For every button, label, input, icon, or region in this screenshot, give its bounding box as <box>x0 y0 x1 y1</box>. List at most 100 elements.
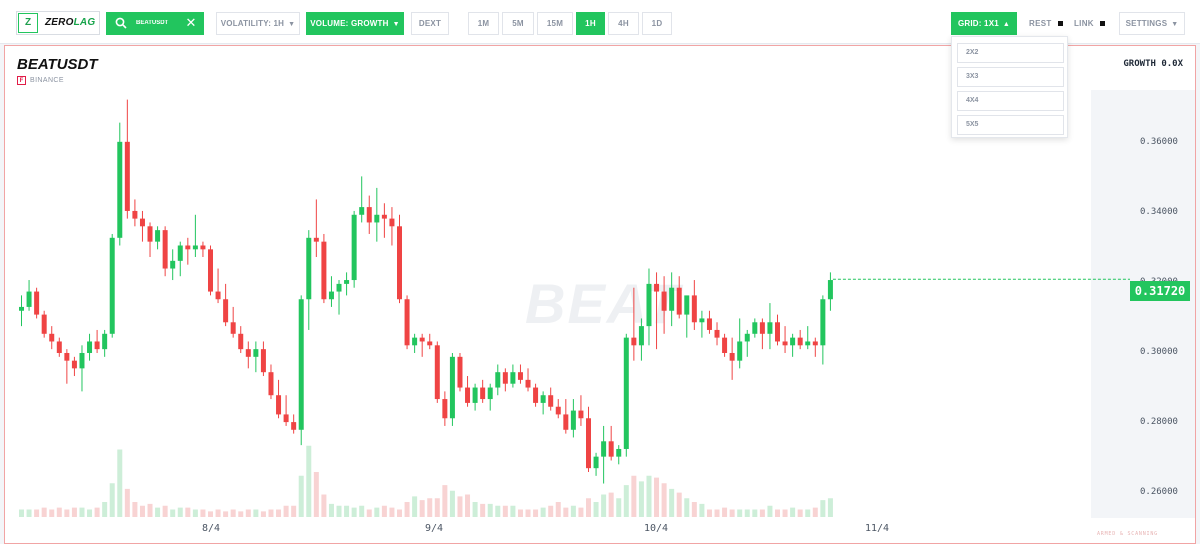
volume-bar <box>548 505 554 517</box>
dext-button[interactable]: DEXT <box>411 12 449 35</box>
timeframe-15m[interactable]: 15M <box>537 12 573 35</box>
app-logo[interactable]: Z ZEROLAG <box>16 11 100 35</box>
volume-bar <box>684 498 690 517</box>
candle-body <box>374 214 380 223</box>
volume-bar <box>654 477 660 517</box>
volume-bar <box>117 449 123 517</box>
volume-bar <box>268 509 274 517</box>
grid-option-5x5[interactable]: 5X5 <box>957 115 1064 135</box>
volume-bar <box>434 498 440 517</box>
candle-body <box>646 283 652 327</box>
volume-bar <box>593 502 599 517</box>
candle-body <box>457 356 463 388</box>
candle-body <box>684 295 690 315</box>
volume-bar <box>449 490 455 517</box>
rest-toggle[interactable]: REST <box>1029 12 1063 35</box>
link-label: LINK <box>1074 19 1094 28</box>
link-toggle[interactable]: LINK <box>1074 12 1105 35</box>
y-tick-label: 0.28000 <box>1140 417 1178 427</box>
candle-body <box>366 207 372 223</box>
candle-body <box>49 333 55 342</box>
candle-body <box>238 333 244 350</box>
candle-body <box>487 387 493 400</box>
candle-body <box>472 387 478 403</box>
volume-bar <box>472 502 478 517</box>
settings-label: SETTINGS <box>1125 19 1168 28</box>
volume-bar <box>646 475 652 517</box>
candle-body <box>230 322 236 334</box>
candle-body <box>427 341 433 346</box>
volatility-dropdown[interactable]: VOLATILITY: 1H ▼ <box>216 12 300 35</box>
candle-body <box>669 287 675 311</box>
x-tick-label: 11/4 <box>865 523 890 534</box>
volume-bar <box>570 505 576 517</box>
clear-search-icon[interactable]: ✕ <box>182 14 200 32</box>
candle-body <box>26 291 32 307</box>
timeframe-1m[interactable]: 1M <box>468 12 499 35</box>
volume-bar <box>230 509 236 517</box>
volume-bar <box>170 509 176 517</box>
chart-symbol: BEATUSDT <box>17 56 98 73</box>
y-tick-label: 0.26000 <box>1140 487 1178 497</box>
candle-body <box>253 349 259 357</box>
volume-dropdown[interactable]: VOLUME: GROWTH ▼ <box>306 12 404 35</box>
growth-readout: GROWTH 0.0X <box>1123 59 1183 69</box>
grid-dropdown[interactable]: GRID: 1X1 ▲ <box>951 12 1017 35</box>
grid-option-3x3[interactable]: 3X3 <box>957 67 1064 87</box>
volume-bar <box>820 500 826 517</box>
volume-bar <box>638 481 644 517</box>
volume-bar <box>797 509 803 517</box>
volume-bar <box>397 509 402 517</box>
volume-bar <box>465 494 471 517</box>
volume-bar <box>608 492 614 517</box>
candle-body <box>71 360 77 369</box>
grid-menu: 2X2 3X3 4X4 5X5 <box>951 36 1068 138</box>
volume-bar <box>442 485 448 517</box>
volume-bar <box>631 475 637 517</box>
volume-bar <box>412 496 418 517</box>
symbol-search[interactable]: ✕ <box>106 12 204 35</box>
volume-bar <box>359 505 365 517</box>
volume-bar <box>87 509 93 517</box>
candle-body <box>412 337 418 346</box>
timeframe-4h[interactable]: 4H <box>608 12 639 35</box>
volume-bar <box>722 507 728 517</box>
volume-bar <box>351 507 357 517</box>
volume-bar <box>381 505 387 517</box>
timeframe-5m[interactable]: 5M <box>502 12 534 35</box>
grid-option-2x2[interactable]: 2X2 <box>957 43 1064 63</box>
candle-body <box>298 299 304 430</box>
candle-body <box>306 237 312 300</box>
logo-text-lag: LAG <box>73 17 96 28</box>
volume-bar <box>162 505 168 517</box>
candle-body <box>94 341 100 350</box>
volume-bar <box>404 502 410 517</box>
candle-body <box>109 237 115 334</box>
timeframe-1d[interactable]: 1D <box>642 12 672 35</box>
candle-body <box>268 372 274 396</box>
volume-bar <box>313 472 319 517</box>
symbol-search-input[interactable] <box>136 16 180 30</box>
candle-body <box>434 345 440 400</box>
volume-bar <box>132 502 138 517</box>
settings-dropdown[interactable]: SETTINGS ▼ <box>1119 12 1185 35</box>
last-price-label: 0.31720 <box>1130 281 1190 301</box>
candle-body <box>510 372 516 384</box>
candle-body <box>34 291 40 315</box>
volume-bar <box>389 507 395 517</box>
candle-body <box>752 322 758 334</box>
volume-bar <box>79 507 85 517</box>
candle-body <box>601 441 607 457</box>
candle-body <box>147 226 153 242</box>
candle-body <box>185 245 191 250</box>
futures-badge: F <box>17 76 26 85</box>
candle-body <box>480 387 486 400</box>
timeframe-1h[interactable]: 1H <box>576 12 605 35</box>
caret-up-icon: ▲ <box>1002 21 1011 28</box>
candle-body <box>729 352 735 361</box>
candle-body <box>517 372 523 380</box>
grid-option-4x4[interactable]: 4X4 <box>957 91 1064 111</box>
y-tick-label: 0.30000 <box>1140 347 1178 357</box>
candle-body <box>555 406 561 415</box>
volume-bar <box>245 509 251 517</box>
